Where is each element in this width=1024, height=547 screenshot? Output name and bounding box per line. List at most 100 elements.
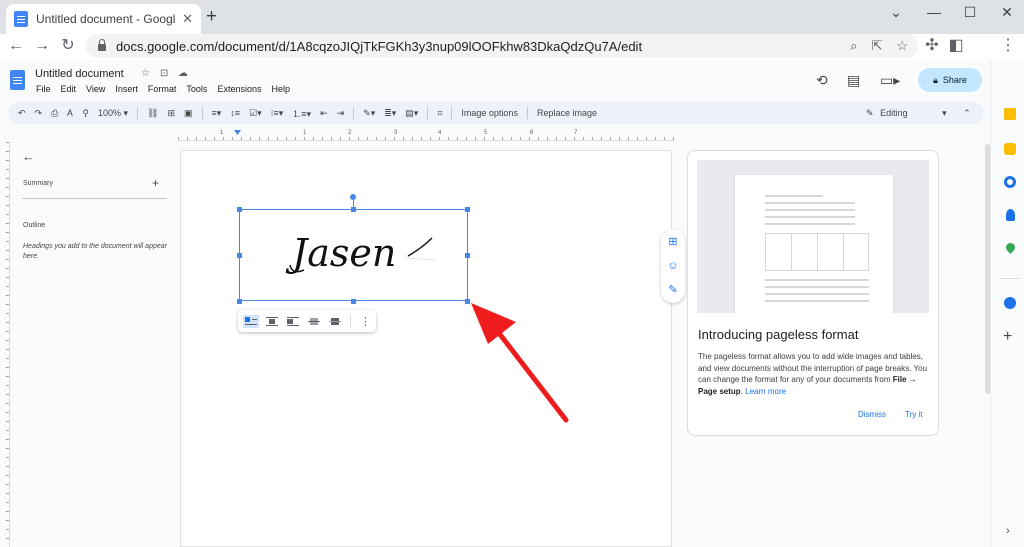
resize-handle-right[interactable]: [465, 253, 470, 258]
forward-arrow-icon[interactable]: →: [32, 36, 52, 56]
tab-title: Untitled document - Google D: [36, 12, 176, 26]
show-side-panel-chevron-icon[interactable]: ›: [1006, 525, 1010, 537]
insert-image-icon[interactable]: ▣: [184, 108, 193, 119]
learn-more-link[interactable]: Learn more: [745, 387, 786, 396]
in-line-icon[interactable]: [243, 314, 259, 328]
link-icon[interactable]: ⛓: [147, 108, 158, 119]
version-history-icon[interactable]: ⟲: [816, 72, 828, 89]
back-arrow-icon[interactable]: ←: [6, 36, 26, 56]
menu-tools[interactable]: Tools: [186, 84, 207, 94]
pencil-icon: ✎: [866, 108, 874, 118]
resize-handle-top-right[interactable]: [465, 207, 470, 212]
rotate-handle[interactable]: [350, 194, 356, 200]
contacts-icon[interactable]: [1006, 209, 1015, 221]
new-tab-button[interactable]: +: [206, 7, 217, 26]
browser-tab-strip: Untitled document - Google D ✕ + ⌄ — ☐ ✕: [0, 0, 1024, 34]
image-selection-frame[interactable]: [239, 209, 468, 301]
bookmark-star-icon[interactable]: ☆: [896, 38, 908, 54]
docs-logo-icon[interactable]: [10, 70, 25, 90]
document-title[interactable]: Untitled document: [35, 68, 124, 80]
menu-edit[interactable]: Edit: [61, 84, 77, 94]
add-summary-icon[interactable]: +: [152, 176, 159, 190]
paint-format-icon[interactable]: ⚲: [82, 108, 89, 119]
suggest-edits-icon[interactable]: ✎: [667, 284, 679, 296]
menu-extensions[interactable]: Extensions: [217, 84, 261, 94]
border-dash-icon[interactable]: ▤▾: [405, 108, 418, 119]
spellcheck-icon[interactable]: Ꭺ: [67, 108, 73, 119]
line-spacing-icon[interactable]: ↕≡: [230, 108, 240, 118]
menu-view[interactable]: View: [86, 84, 105, 94]
floating-action-buttons: ⊞ ☺ ✎: [661, 229, 685, 303]
behind-text-icon[interactable]: [308, 317, 320, 326]
address-bar[interactable]: docs.google.com/document/d/1A8cqzoJIQjTk…: [86, 34, 918, 58]
resize-handle-bottom[interactable]: [351, 299, 356, 304]
share-page-icon[interactable]: ⇱: [871, 38, 882, 54]
replace-image-button[interactable]: Replace image: [537, 108, 597, 118]
keep-icon[interactable]: [1004, 143, 1016, 155]
addon-icon[interactable]: [1004, 297, 1016, 309]
divider: [22, 198, 167, 199]
add-comment-icon[interactable]: ⊞: [167, 108, 175, 119]
comments-icon[interactable]: ▤: [847, 72, 860, 89]
cloud-status-icon: ☁: [178, 68, 188, 79]
calendar-icon[interactable]: [1004, 108, 1016, 120]
resize-handle-bottom-right[interactable]: [465, 299, 470, 304]
minimize-window-button[interactable]: —: [924, 4, 944, 20]
browser-menu-icon[interactable]: ⋮: [998, 36, 1018, 56]
add-comment-icon[interactable]: ⊞: [667, 236, 679, 248]
menu-format[interactable]: Format: [148, 84, 177, 94]
checklist-icon[interactable]: ☑▾: [249, 108, 262, 119]
get-addons-plus-icon[interactable]: +: [1003, 328, 1012, 346]
add-emoji-reaction-icon[interactable]: ☺: [667, 260, 679, 272]
increase-indent-icon[interactable]: ⇥: [337, 108, 345, 119]
docs-favicon-icon: [14, 11, 28, 27]
image-options-button[interactable]: Image options: [461, 108, 518, 118]
zoom-select[interactable]: 100% ▾: [98, 108, 128, 119]
resize-handle-left[interactable]: [237, 253, 242, 258]
side-panel-icon[interactable]: ◧: [946, 36, 966, 56]
decrease-indent-icon[interactable]: ⇤: [320, 108, 328, 119]
share-button[interactable]: 🔒︎ Share: [918, 68, 982, 92]
tab-search-icon[interactable]: ⌄: [886, 4, 906, 21]
try-it-button[interactable]: Try it: [905, 410, 922, 419]
resize-handle-top[interactable]: [351, 207, 356, 212]
dismiss-button[interactable]: Dismiss: [858, 410, 886, 419]
reload-icon[interactable]: ↻: [58, 36, 78, 56]
menu-file[interactable]: File: [36, 84, 51, 94]
menu-insert[interactable]: Insert: [115, 84, 138, 94]
redo-icon[interactable]: ↷: [35, 108, 43, 119]
maximize-window-button[interactable]: ☐: [960, 4, 980, 21]
print-icon[interactable]: ⎙: [51, 108, 58, 119]
hide-menus-chevron-icon[interactable]: ⌃: [963, 108, 971, 118]
star-icon[interactable]: ☆: [141, 68, 150, 79]
border-weight-icon[interactable]: ≣▾: [384, 108, 396, 119]
browser-tab[interactable]: Untitled document - Google D ✕: [6, 4, 201, 34]
close-outline-arrow-icon[interactable]: ←: [22, 149, 35, 164]
zoom-icon[interactable]: ⌕: [850, 38, 857, 54]
resize-handle-top-left[interactable]: [237, 207, 242, 212]
undo-icon[interactable]: ↶: [18, 108, 26, 119]
tab-close-icon[interactable]: ✕: [182, 11, 193, 27]
wrap-text-icon[interactable]: [266, 316, 278, 326]
border-color-icon[interactable]: ✎▾: [363, 108, 375, 119]
editing-mode-select[interactable]: ✎ Editing ▾ ⌃: [866, 108, 971, 119]
crop-icon[interactable]: ⌗: [437, 108, 442, 119]
vertical-ruler: [0, 142, 10, 547]
break-text-icon[interactable]: [287, 316, 299, 326]
browser-navbar: ← → ↻ docs.google.com/document/d/1A8cqzo…: [0, 34, 1024, 88]
tasks-icon[interactable]: [1004, 176, 1016, 188]
resize-handle-bottom-left[interactable]: [237, 299, 242, 304]
toolbar-divider: [137, 107, 139, 119]
align-icon[interactable]: ≡▾: [212, 108, 222, 119]
move-folder-icon[interactable]: ⊡: [160, 68, 168, 79]
lock-icon: [98, 38, 106, 51]
close-window-button[interactable]: ✕: [997, 4, 1017, 21]
menu-help[interactable]: Help: [271, 84, 290, 94]
numbered-list-icon[interactable]: ⒈≡▾: [292, 107, 311, 120]
in-front-of-text-icon[interactable]: [329, 317, 341, 326]
meet-video-icon[interactable]: ▭▸: [880, 72, 900, 89]
extensions-puzzle-icon[interactable]: ✣: [922, 36, 942, 56]
illustration-page: [735, 175, 893, 313]
bulleted-list-icon[interactable]: ⁝≡▾: [271, 108, 284, 119]
more-options-icon[interactable]: ⋮: [360, 315, 371, 328]
